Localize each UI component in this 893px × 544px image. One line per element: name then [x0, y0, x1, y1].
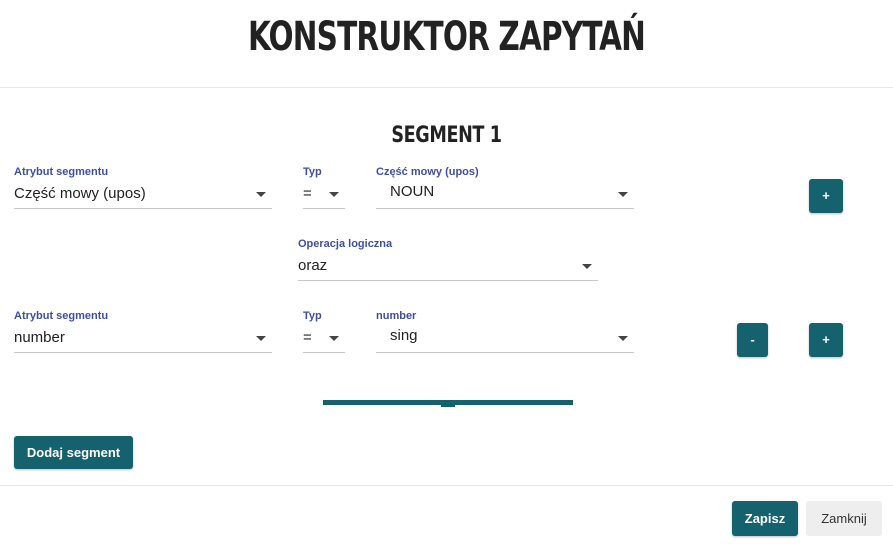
logic-operation-select[interactable]: Operacja logiczna oraz [298, 237, 598, 281]
close-button[interactable]: Zamknij [806, 501, 882, 536]
row1-value-value: NOUN [390, 183, 435, 200]
chevron-down-icon [256, 336, 266, 341]
row2-attribute-value: number [14, 329, 65, 346]
chevron-down-icon [618, 192, 628, 197]
chevron-down-icon [256, 192, 266, 197]
logic-operation-value: oraz [298, 257, 328, 274]
row1-attribute-label: Atrybut segmentu [14, 166, 109, 178]
footer-divider [0, 485, 893, 486]
row1-attribute-control[interactable]: Część mowy (upos) [14, 179, 272, 209]
chevron-down-icon [582, 264, 592, 269]
dialog-title: KONSTRUKTOR ZAPYTAŃ [247, 14, 646, 60]
chevron-down-icon [329, 336, 339, 341]
row1-type-value: = [303, 185, 312, 202]
chevron-down-icon [618, 336, 628, 341]
logic-operation-label: Operacja logiczna [298, 238, 393, 250]
dialog-header: KONSTRUKTOR ZAPYTAŃ [0, 0, 893, 88]
row2-attribute-control[interactable]: number [14, 323, 272, 353]
save-button[interactable]: Zapisz [732, 501, 798, 536]
logic-operation-control[interactable]: oraz [298, 251, 598, 281]
row2-attribute-select[interactable]: Atrybut segmentu number [14, 309, 272, 353]
row2-value-value: sing [390, 327, 418, 344]
add-segment-button[interactable]: Dodaj segment [14, 436, 133, 469]
row2-remove-button[interactable]: - [737, 323, 768, 357]
row2-attribute-label: Atrybut segmentu [14, 310, 109, 322]
row1-value-select[interactable]: Część mowy (upos) NOUN [376, 165, 634, 209]
row2-type-control[interactable]: = [303, 323, 345, 353]
row1-add-button[interactable]: + [809, 179, 843, 213]
chevron-down-icon [329, 192, 339, 197]
row2-value-select[interactable]: number sing [376, 309, 634, 353]
row1-attribute-select[interactable]: Atrybut segmentu Część mowy (upos) [14, 165, 272, 209]
segment-divider-handle[interactable] [441, 404, 455, 407]
row2-value-control[interactable]: sing [376, 323, 634, 353]
segment-title: SEGMENT 1 [391, 123, 502, 148]
row1-type-control[interactable]: = [303, 179, 345, 209]
row1-type-select[interactable]: Typ = [303, 165, 345, 209]
row1-attribute-value: Część mowy (upos) [14, 185, 146, 202]
row1-value-control[interactable]: NOUN [376, 179, 634, 209]
row2-type-select[interactable]: Typ = [303, 309, 345, 353]
row2-type-label: Typ [303, 310, 322, 322]
row2-type-value: = [303, 329, 312, 346]
row2-add-button[interactable]: + [809, 323, 843, 357]
row1-type-label: Typ [303, 166, 322, 178]
